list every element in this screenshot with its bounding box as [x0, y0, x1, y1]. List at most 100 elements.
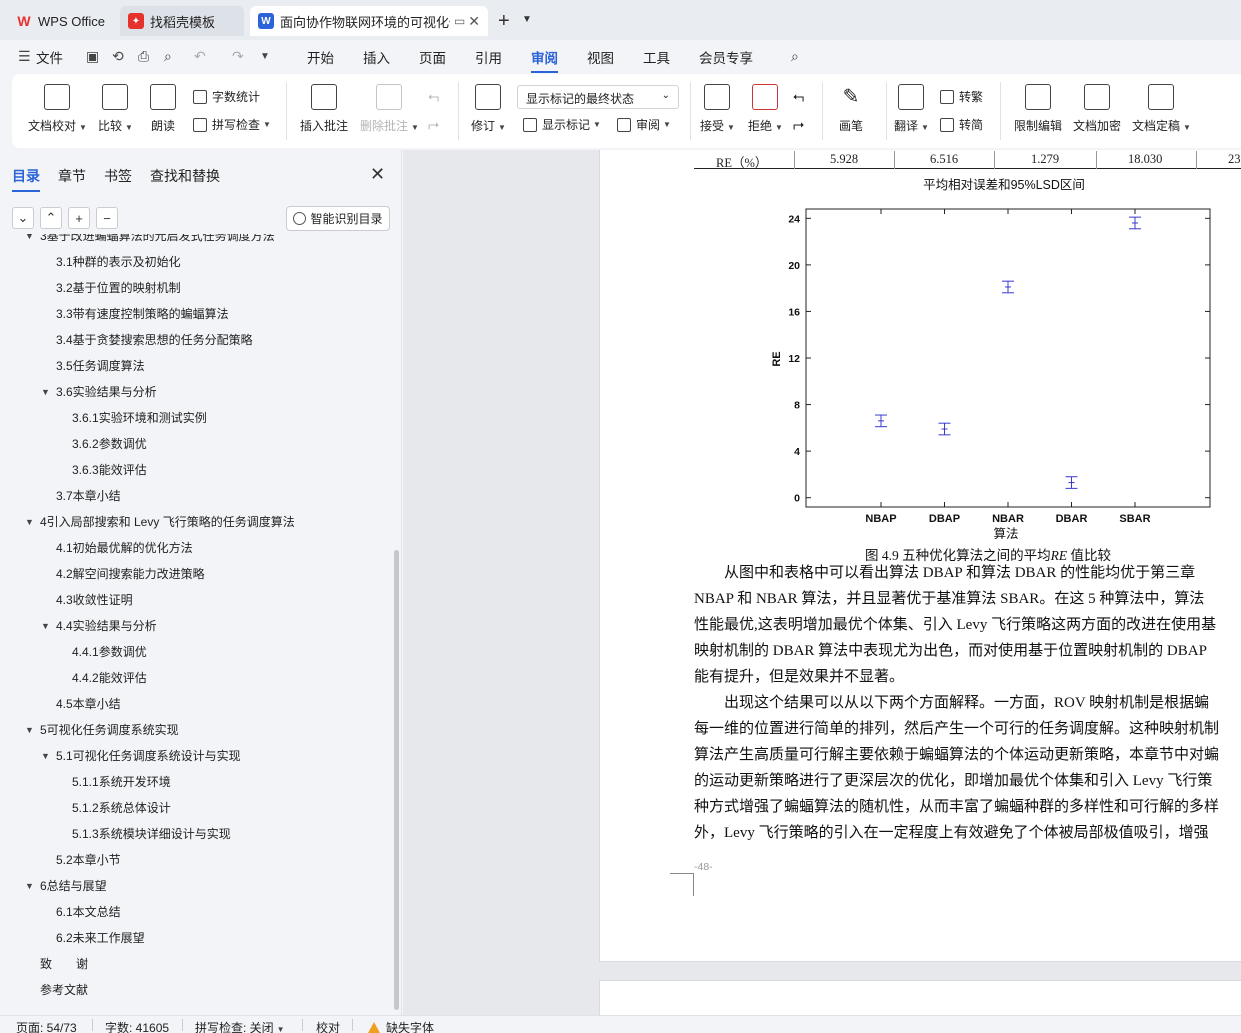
- compare-button[interactable]: 比较 ▼: [98, 84, 133, 134]
- toc-item[interactable]: 6.1本文总结: [56, 902, 121, 922]
- toc-item[interactable]: ▼ 3基于改进蝙蝠算法的元启发式任务调度方法: [25, 234, 275, 246]
- menu-view[interactable]: 视图: [587, 47, 614, 67]
- proofread-status[interactable]: 校对: [316, 1019, 340, 1033]
- menu-file[interactable]: 文件: [36, 47, 63, 67]
- toc-item[interactable]: 3.6.3能效评估: [72, 460, 147, 480]
- doc-check-button[interactable]: 文档校对 ▼: [28, 84, 87, 134]
- toc-item[interactable]: 致 谢: [40, 954, 88, 974]
- add-heading-button[interactable]: +: [68, 207, 90, 229]
- expand-arrow-icon[interactable]: ▼: [25, 720, 34, 740]
- toc-item[interactable]: ▼ 5.1可视化任务调度系统设计与实现: [41, 746, 241, 766]
- to-simplified-button[interactable]: 转简: [940, 116, 983, 133]
- toc-item[interactable]: 3.3带有速度控制策略的蝙蝠算法: [56, 304, 229, 324]
- toc-item[interactable]: 3.6.2参数调优: [72, 434, 147, 454]
- expand-arrow-icon[interactable]: ▼: [41, 746, 50, 766]
- next-change-icon[interactable]: ⮣: [793, 116, 804, 133]
- toc-item[interactable]: 3.1种群的表示及初始化: [56, 252, 181, 272]
- toc-item[interactable]: 4.4.2能效评估: [72, 668, 147, 688]
- menu-membership[interactable]: 会员专享: [699, 47, 753, 67]
- previous-change-icon[interactable]: ⮢: [793, 88, 804, 105]
- insert-comment-button[interactable]: 插入批注: [300, 84, 348, 134]
- chevron-down-icon[interactable]: ▼: [522, 14, 532, 25]
- missing-font-status[interactable]: 缺失字体: [368, 1019, 434, 1033]
- tab-bookmarks[interactable]: 书签: [104, 166, 132, 186]
- menu-insert[interactable]: 插入: [363, 47, 390, 67]
- hamburger-icon[interactable]: ☰: [18, 48, 31, 65]
- expand-arrow-icon[interactable]: ▼: [25, 234, 34, 246]
- menu-references[interactable]: 引用: [475, 47, 502, 67]
- expand-arrow-icon[interactable]: ▼: [25, 876, 34, 896]
- revise-button[interactable]: 修订 ▼: [471, 84, 506, 134]
- tab-template[interactable]: ✦ 找稻壳模板: [120, 6, 244, 36]
- print-preview-icon[interactable]: ⌕: [164, 48, 172, 65]
- new-tab-plus-icon[interactable]: +: [498, 10, 510, 33]
- expand-arrow-icon[interactable]: ▼: [41, 382, 50, 402]
- spell-check-status[interactable]: 拼写检查: 关闭 ▼: [195, 1019, 285, 1033]
- finalize-button[interactable]: 文档定稿 ▼: [1132, 84, 1191, 134]
- tab-wps-office[interactable]: W WPS Office: [8, 6, 116, 36]
- toc-item[interactable]: 4.5本章小结: [56, 694, 121, 714]
- tab-document[interactable]: W 面向协作物联网环境的可视化任 ▭ ✕: [250, 6, 488, 36]
- toc-item[interactable]: 3.2基于位置的映射机制: [56, 278, 181, 298]
- word-count-indicator[interactable]: 字数: 41605: [105, 1019, 169, 1033]
- share-icon[interactable]: ⟲: [112, 48, 124, 65]
- pen-button[interactable]: ✎ 画笔: [838, 84, 864, 134]
- review-pane-button[interactable]: 审阅 ▼: [617, 116, 671, 133]
- toc-item[interactable]: 4.1初始最优解的优化方法: [56, 538, 193, 558]
- redo-icon[interactable]: ↷: [232, 48, 244, 65]
- to-traditional-button[interactable]: 转繁: [940, 88, 983, 105]
- restrict-edit-button[interactable]: 限制编辑: [1014, 84, 1062, 134]
- chevron-down-icon[interactable]: ▼: [260, 51, 270, 62]
- close-icon[interactable]: ✕: [370, 164, 385, 185]
- close-icon[interactable]: ✕: [468, 13, 480, 30]
- toc-item[interactable]: 5.2本章小节: [56, 850, 121, 870]
- toc-item[interactable]: 4.2解空间搜索能力改进策略: [56, 564, 205, 584]
- spell-check-button[interactable]: 拼写检查 ▼: [193, 116, 271, 133]
- encrypt-button[interactable]: 文档加密: [1073, 84, 1121, 134]
- smart-toc-button[interactable]: 智能识别目录: [286, 206, 390, 231]
- toc-item[interactable]: 5.1.1系统开发环境: [72, 772, 171, 792]
- toc-item[interactable]: 3.7本章小结: [56, 486, 121, 506]
- expand-up-button[interactable]: ⌃: [40, 207, 62, 229]
- menu-home[interactable]: 开始: [307, 47, 334, 67]
- menu-review[interactable]: 审阅: [531, 47, 558, 73]
- tab-chapters[interactable]: 章节: [58, 166, 86, 186]
- toc-item[interactable]: 参考文献: [40, 980, 88, 1000]
- remove-heading-button[interactable]: −: [96, 207, 118, 229]
- toc-item[interactable]: ▼ 6总结与展望: [25, 876, 107, 896]
- toc-item[interactable]: 4.4.1参数调优: [72, 642, 147, 662]
- toc-item[interactable]: ▼ 4引入局部搜索和 Levy 飞行策略的任务调度算法: [25, 512, 295, 532]
- translate-button[interactable]: 翻译 ▼: [894, 84, 929, 134]
- toc-item[interactable]: 3.4基于贪婪搜索思想的任务分配策略: [56, 330, 253, 350]
- expand-arrow-icon[interactable]: ▼: [25, 512, 34, 532]
- next-comment-icon[interactable]: ⮣: [428, 116, 439, 133]
- toc-item[interactable]: 3.5任务调度算法: [56, 356, 145, 376]
- undo-icon[interactable]: ↶: [194, 48, 206, 65]
- save-icon[interactable]: ▣: [86, 48, 99, 65]
- monitor-icon[interactable]: ▭: [454, 14, 465, 28]
- reject-button[interactable]: 拒绝 ▼: [748, 84, 783, 134]
- toc-item[interactable]: ▼ 5可视化任务调度系统实现: [25, 720, 179, 740]
- delete-comment-button[interactable]: 删除批注 ▼: [360, 84, 419, 134]
- accept-button[interactable]: 接受 ▼: [700, 84, 735, 134]
- tab-find-replace[interactable]: 查找和替换: [150, 166, 220, 186]
- toc-item[interactable]: 5.1.2系统总体设计: [72, 798, 171, 818]
- toc-item[interactable]: 3.6.1实验环境和测试实例: [72, 408, 207, 428]
- previous-comment-icon[interactable]: ⮢: [428, 88, 439, 105]
- collapse-down-button[interactable]: ⌄: [12, 207, 34, 229]
- search-icon[interactable]: ⌕: [791, 48, 799, 65]
- toc-item[interactable]: ▼ 4.4实验结果与分析: [41, 616, 157, 636]
- menu-page[interactable]: 页面: [419, 47, 446, 67]
- print-icon[interactable]: ⎙: [138, 48, 149, 65]
- menu-tools[interactable]: 工具: [643, 47, 670, 67]
- toc-item[interactable]: 6.2未来工作展望: [56, 928, 145, 948]
- page-indicator[interactable]: 页面: 54/73: [16, 1019, 77, 1033]
- toc-item[interactable]: 4.3收敛性证明: [56, 590, 133, 610]
- read-aloud-button[interactable]: 朗读: [150, 84, 176, 134]
- sidebar-scrollbar[interactable]: [394, 550, 399, 1010]
- expand-arrow-icon[interactable]: ▼: [41, 616, 50, 636]
- toc-item[interactable]: 5.1.3系统模块详细设计与实现: [72, 824, 231, 844]
- tab-toc[interactable]: 目录: [12, 166, 40, 192]
- markup-state-select[interactable]: 显示标记的最终状态 ⌄: [517, 85, 679, 109]
- toc-item[interactable]: ▼ 3.6实验结果与分析: [41, 382, 157, 402]
